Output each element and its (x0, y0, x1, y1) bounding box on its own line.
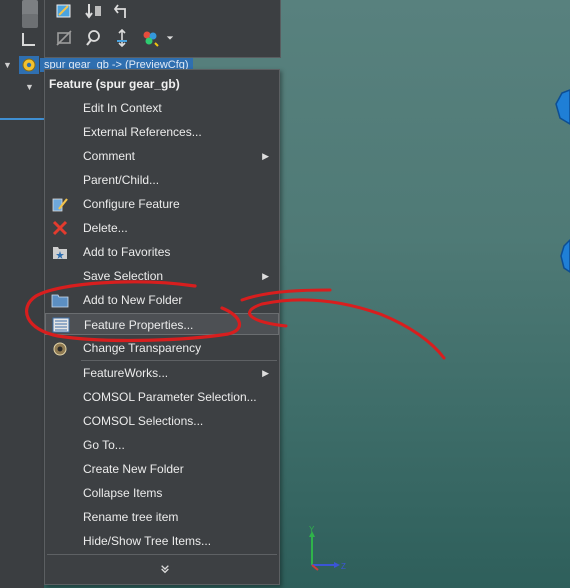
menu-item-label: Hide/Show Tree Items... (83, 534, 212, 548)
menu-item-parent-child[interactable]: Parent/Child... (45, 169, 279, 191)
menu-item-add-to-favorites[interactable]: Add to Favorites (45, 241, 279, 263)
menu-item-label: Edit In Context (83, 101, 162, 115)
menu-item-comsol-selections[interactable]: COMSOL Selections... (45, 410, 279, 432)
menu-item-rename-tree-item[interactable]: Rename tree item (45, 506, 279, 528)
menu-item-label: Save Selection (83, 269, 164, 283)
menu-item-label: Go To... (83, 438, 125, 452)
menu-item-label: Comment (83, 149, 136, 163)
triad-z-label: Z (341, 562, 346, 571)
menu-item-comsol-parameter-selection[interactable]: COMSOL Parameter Selection... (45, 386, 279, 408)
context-toolbar (44, 0, 281, 58)
menu-item-label: Configure Feature (83, 197, 180, 211)
menu-item-label: FeatureWorks... (83, 366, 169, 380)
normal-to-button[interactable] (111, 27, 133, 49)
menu-item-delete[interactable]: Delete... (45, 217, 279, 239)
menu-item-add-to-new-folder[interactable]: Add to New Folder (45, 289, 279, 311)
menu-item-featureworks[interactable]: FeatureWorks... ▶ (45, 362, 279, 384)
gear-fragment-top (555, 89, 570, 125)
submenu-arrow-icon: ▶ (262, 271, 269, 281)
feature-tree-panel[interactable] (0, 0, 44, 588)
favorites-icon (53, 247, 67, 259)
context-menu: Feature (spur gear_gb) Edit In Context E… (44, 69, 280, 585)
axis-icon[interactable] (20, 32, 36, 48)
menu-item-change-transparency[interactable]: Change Transparency (45, 337, 279, 359)
appearance-dropdown[interactable] (163, 27, 177, 49)
submenu-arrow-icon: ▶ (262, 368, 269, 378)
menu-more-button[interactable] (155, 564, 175, 578)
rollback-button[interactable] (83, 0, 105, 22)
appearance-icon (143, 31, 159, 47)
menu-item-label: Collapse Items (83, 486, 163, 500)
menu-item-label: COMSOL Parameter Selection... (83, 390, 257, 404)
zoom-selection-button[interactable] (83, 27, 105, 49)
menu-item-label: External References... (83, 125, 202, 139)
gear-fragment-bottom (560, 238, 570, 273)
tree-node-icon[interactable] (22, 14, 38, 28)
menu-item-collapse-items[interactable]: Collapse Items (45, 482, 279, 504)
menu-item-external-references[interactable]: External References... (45, 121, 279, 143)
menu-item-go-to[interactable]: Go To... (45, 434, 279, 456)
properties-icon (52, 317, 70, 333)
menu-item-feature-properties[interactable]: Feature Properties... (45, 313, 279, 335)
menu-item-edit-in-context[interactable]: Edit In Context (45, 97, 279, 119)
menu-item-label: Change Transparency (83, 341, 202, 355)
tree-expand-arrow-2[interactable]: ▼ (25, 82, 34, 92)
menu-item-label: Feature Properties... (84, 318, 194, 332)
chevron-double-down-icon (161, 565, 169, 574)
caret-down-icon (166, 36, 174, 40)
reference-triad: Y Z (309, 525, 346, 571)
menu-item-label: Delete... (83, 221, 128, 235)
delete-icon (52, 220, 68, 236)
edit-part-button[interactable] (53, 0, 75, 22)
menu-item-hide-show-tree-items[interactable]: Hide/Show Tree Items... (45, 530, 279, 552)
suppress-button[interactable] (53, 27, 75, 49)
menu-item-label: Add to New Folder (83, 293, 183, 307)
part-gear-icon (19, 56, 39, 74)
menu-item-label: COMSOL Selections... (83, 414, 204, 428)
menu-separator (47, 554, 277, 555)
edit-part-icon (56, 4, 71, 18)
menu-item-label: Parent/Child... (83, 173, 160, 187)
menu-item-save-selection[interactable]: Save Selection ▶ (45, 265, 279, 287)
rollback-icon (85, 4, 101, 19)
configure-icon (52, 198, 68, 212)
menu-item-comment[interactable]: Comment ▶ (45, 145, 279, 167)
menu-item-label: Add to Favorites (83, 245, 171, 259)
tree-expand-arrow[interactable]: ▼ (3, 60, 12, 70)
appearance-button[interactable] (139, 27, 161, 49)
zoom-icon (86, 30, 100, 46)
panel-active-underline (0, 118, 44, 120)
normal-to-icon (117, 29, 127, 47)
menu-title: Feature (spur gear_gb) (49, 77, 180, 91)
menu-separator (81, 360, 277, 361)
menu-item-configure-feature[interactable]: Configure Feature (45, 193, 279, 215)
undo-button[interactable] (111, 0, 133, 22)
suppress-icon (56, 30, 72, 46)
undo-arrow-icon (113, 4, 126, 18)
menu-item-create-new-folder[interactable]: Create New Folder (45, 458, 279, 480)
menu-item-label: Rename tree item (83, 510, 179, 524)
folder-icon (51, 294, 69, 308)
triad-y-label: Y (309, 525, 315, 534)
menu-item-label: Create New Folder (83, 462, 184, 476)
submenu-arrow-icon: ▶ (262, 151, 269, 161)
transparency-icon (53, 342, 67, 356)
